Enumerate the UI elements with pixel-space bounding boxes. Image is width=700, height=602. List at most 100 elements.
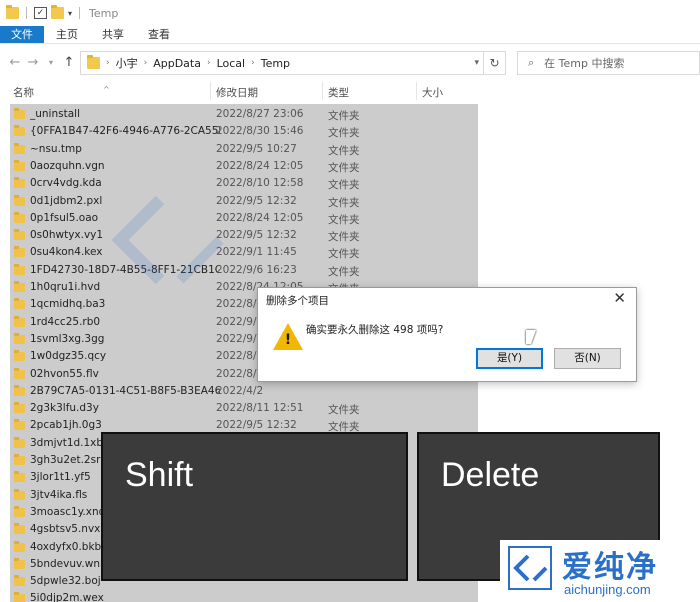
column-headers: ^ 名称 修改日期 类型 大小 (0, 80, 700, 102)
chevron-right-icon[interactable]: › (251, 58, 255, 68)
file-name: 0s0hwtyx.vy1 (30, 229, 104, 242)
brand-logo: 爱纯净 aichunjing.com (500, 540, 700, 602)
file-modified-date: 2022/9/6 16:23 (216, 263, 297, 276)
list-item[interactable]: 0aozquhn.vgn 2022/8/24 12:05 文件夹 (10, 158, 478, 175)
brand-url: aichunjing.com (564, 582, 651, 597)
list-item[interactable]: 0s0hwtyx.vy1 2022/9/5 12:32 文件夹 (10, 227, 478, 244)
file-name: 1svml3xg.3gg (30, 332, 105, 345)
folder-icon (14, 177, 25, 189)
divider (26, 7, 27, 19)
list-item[interactable]: 1FD42730-18D7-4B55-8FF1-21CB1C9... 2022/9… (10, 262, 478, 279)
folder-icon (14, 142, 25, 154)
new-folder-icon[interactable] (51, 5, 64, 19)
folder-icon (14, 281, 25, 292)
tab-view[interactable]: 查看 (136, 26, 182, 43)
folder-icon (14, 523, 25, 535)
list-item[interactable]: 0crv4vdg.kda 2022/8/10 12:58 文件夹 (10, 175, 478, 192)
address-dropdown-chevron-icon[interactable]: ▾ (474, 58, 479, 68)
list-item[interactable]: 0p1fsul5.oao 2022/8/24 12:05 文件夹 (10, 210, 478, 227)
window-title: Temp (89, 6, 119, 20)
sort-ascending-icon: ^ (103, 85, 110, 94)
list-item[interactable]: 0su4kon4.kex 2022/9/1 11:45 文件夹 (10, 244, 478, 261)
column-header-type[interactable]: 类型 (328, 85, 349, 100)
folder-icon (14, 108, 25, 119)
file-modified-date: 2022/8/24 12:05 (216, 211, 304, 224)
properties-checkbox-icon[interactable]: ✓ (34, 7, 47, 19)
column-divider[interactable] (416, 82, 417, 100)
column-header-modified[interactable]: 修改日期 (216, 85, 258, 100)
tab-home[interactable]: 主页 (44, 26, 90, 43)
no-button[interactable]: 否(N) (554, 348, 621, 369)
ribbon-tabs: 文件 主页 共享 查看 (0, 26, 700, 44)
folder-icon (14, 454, 25, 465)
recent-locations-chevron-icon[interactable]: ▾ (42, 58, 60, 67)
folder-icon (14, 505, 25, 517)
delete-confirmation-dialog: 删除多个项目 ✕ ! 确实要永久删除这 498 项吗? 是(Y) 否(N) (257, 287, 637, 382)
address-bar[interactable]: › 小宇 › AppData › Local › Temp ▾ ↻ (80, 51, 506, 75)
folder-icon (6, 5, 19, 19)
breadcrumb-segment[interactable]: Temp (261, 57, 290, 70)
shift-key-label: Shift (125, 456, 194, 494)
file-name: 2g3k3lfu.d3y (30, 402, 99, 415)
file-name: 0p1fsul5.oao (30, 211, 99, 224)
folder-icon (14, 436, 25, 448)
back-arrow-icon[interactable]: ← (6, 55, 24, 70)
file-name: 0su4kon4.kex (30, 246, 103, 259)
file-name: 0d1jdbm2.pxl (30, 194, 103, 207)
list-item[interactable]: 5i0djp2m.wex (10, 590, 478, 602)
list-item[interactable]: ~nsu.tmp 2022/9/5 10:27 文件夹 (10, 141, 478, 158)
breadcrumb-segment[interactable]: 小宇 (116, 55, 138, 71)
file-modified-date: 2022/8/27 23:06 (216, 108, 304, 120)
customize-toolbar-chevron-icon[interactable]: ▾ (68, 9, 72, 18)
column-divider[interactable] (322, 82, 323, 100)
file-modified-date: 2022/9/5 12:32 (216, 229, 297, 242)
search-icon: ⌕ (528, 56, 535, 69)
file-name: 0aozquhn.vgn (30, 159, 105, 172)
file-type: 文件夹 (328, 213, 360, 226)
breadcrumb-segment[interactable]: AppData (153, 57, 201, 70)
column-divider[interactable] (210, 82, 211, 100)
list-item[interactable]: 0d1jdbm2.pxl 2022/9/5 12:32 文件夹 (10, 193, 478, 210)
refresh-icon[interactable]: ↻ (483, 52, 505, 74)
chevron-right-icon[interactable]: › (144, 58, 148, 68)
chevron-right-icon[interactable]: › (106, 58, 110, 68)
search-placeholder: 在 Temp 中搜索 (544, 57, 625, 70)
dialog-message: 确实要永久删除这 498 项吗? (306, 324, 444, 336)
list-item[interactable]: 2g3k3lfu.d3y 2022/8/11 12:51 文件夹 (10, 400, 478, 417)
chevron-right-icon[interactable]: › (207, 58, 211, 68)
file-name: 02hvon55.flv (30, 367, 99, 380)
up-arrow-icon[interactable]: ↑ (60, 55, 78, 70)
dialog-title: 删除多个项目 (266, 295, 329, 307)
forward-arrow-icon[interactable]: → (24, 55, 42, 70)
folder-icon (14, 159, 25, 171)
list-item[interactable]: 2B79C7A5-0131-4C51-B8F5-B3EA469... 2022/4… (10, 383, 478, 400)
search-input[interactable]: ⌕ 在 Temp 中搜索 (517, 51, 700, 75)
folder-icon (14, 367, 25, 379)
file-name: _uninstall (30, 108, 80, 120)
list-item[interactable]: _uninstall 2022/8/27 23:06 文件夹 (10, 106, 478, 123)
divider (79, 7, 81, 19)
folder-icon (14, 488, 25, 500)
folder-icon (14, 402, 25, 414)
tab-file[interactable]: 文件 (0, 26, 44, 43)
column-header-name[interactable]: 名称 (13, 85, 34, 100)
close-icon[interactable]: ✕ (613, 289, 626, 307)
column-header-size[interactable]: 大小 (422, 85, 443, 100)
breadcrumb-segment[interactable]: Local (217, 57, 246, 70)
file-modified-date: 2022/9/5 12:32 (216, 419, 297, 432)
folder-icon (14, 194, 25, 206)
file-modified-date: 2022/8/30 15:46 (216, 125, 304, 138)
list-item[interactable]: {0FFA1B47-42F6-4946-A776-2CA55EC...2022/… (10, 123, 478, 140)
folder-icon (14, 384, 25, 396)
shift-key-overlay: Shift (101, 432, 408, 581)
file-name: 0crv4vdg.kda (30, 177, 102, 190)
folder-icon (14, 350, 25, 362)
yes-button[interactable]: 是(Y) (476, 348, 543, 369)
file-type: 文件夹 (328, 127, 360, 140)
file-type: 文件夹 (328, 265, 360, 278)
file-type: 文件夹 (328, 404, 360, 417)
file-name: 1FD42730-18D7-4B55-8FF1-21CB1C9... (30, 263, 220, 276)
tab-share[interactable]: 共享 (90, 26, 136, 43)
folder-icon (14, 246, 25, 258)
delete-key-label: Delete (441, 456, 540, 494)
